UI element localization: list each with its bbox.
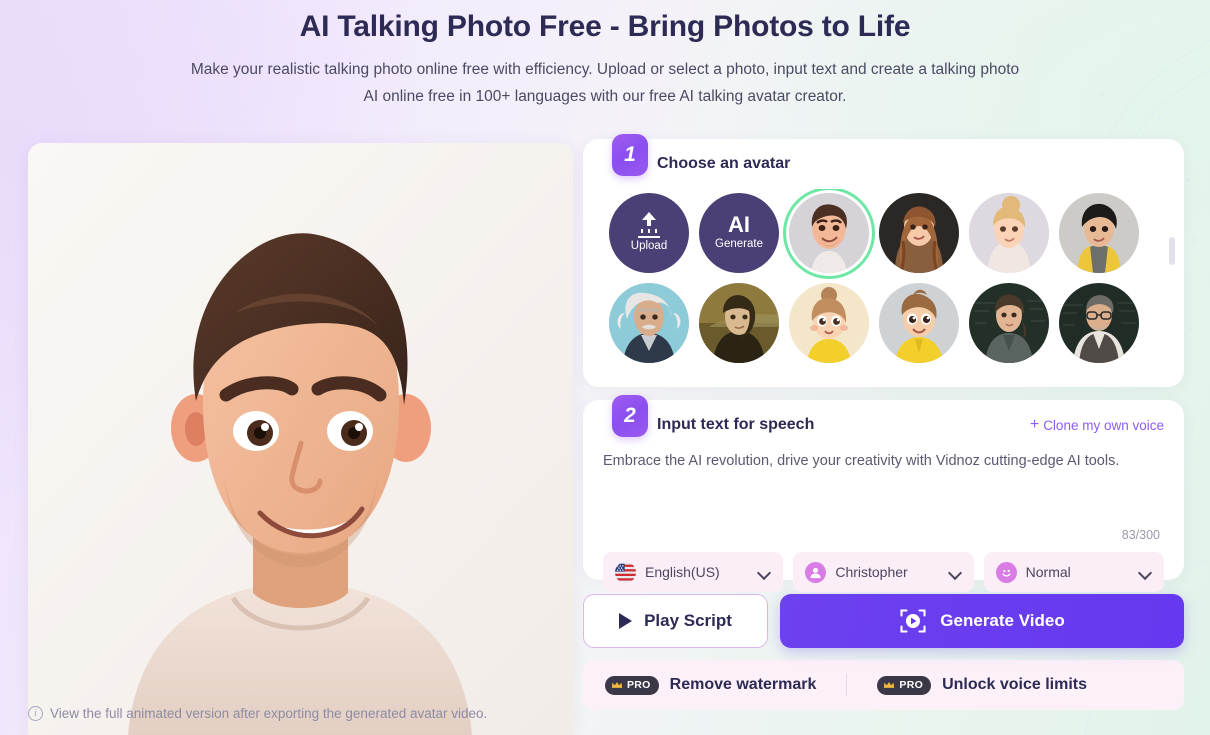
right-column: 1 Choose an avatar Upload AI Generate 2 … <box>583 134 1184 710</box>
style-select-value: Normal <box>1025 564 1071 580</box>
avatar-girl-yellow-shirt-image <box>789 283 869 363</box>
unlock-voice-limits-item[interactable]: PRO Unlock voice limits <box>847 675 1087 695</box>
person-glyph <box>810 567 821 578</box>
play-script-button[interactable]: Play Script <box>583 594 768 648</box>
page-subtitle-line-2: AI online free in 100+ languages with ou… <box>363 88 847 105</box>
character-counter: 83/300 <box>1121 528 1160 542</box>
generate-video-label: Generate Video <box>940 611 1065 630</box>
chevron-down-icon <box>1139 568 1152 576</box>
avatar-upload-label: Upload <box>630 240 668 252</box>
chevron-down-icon <box>949 568 962 576</box>
choose-avatar-header: Choose an avatar <box>583 139 1184 189</box>
voice-select-value: Christopher <box>835 564 908 580</box>
avatar-boy-yellow-hoodie-image <box>879 283 959 363</box>
avatar-upload-button[interactable]: Upload <box>609 193 689 273</box>
us-flag-icon <box>615 561 636 583</box>
avatar-einstein-portrait[interactable] <box>609 283 689 363</box>
pro-badge-text: PRO <box>627 679 651 691</box>
avatar-preview-image <box>28 143 573 735</box>
ai-generate-big-label: AI <box>728 212 750 237</box>
page-subtitle: Make your realistic talking photo online… <box>50 56 1160 110</box>
ai-generate-label: Generate <box>715 238 763 250</box>
avatar-woman-teacher-chalkboard-image <box>969 283 1049 363</box>
avatar-woman-blonde-bun-image <box>969 193 1049 273</box>
us-flag-glyph <box>615 561 636 583</box>
avatar-scroll-area[interactable]: Upload AI Generate <box>583 189 1184 379</box>
preview-note: i View the full animated version after e… <box>28 706 573 721</box>
chevron-down-icon <box>758 568 771 576</box>
avatar-teen-boy-yellow-jacket[interactable] <box>1059 193 1139 273</box>
upload-arrow-icon <box>638 212 660 232</box>
crown-icon <box>611 681 623 690</box>
avatar-woman-blonde-bun[interactable] <box>969 193 1049 273</box>
play-script-label: Play Script <box>644 611 732 630</box>
speech-body: Embrace the AI revolution, drive your cr… <box>583 450 1184 542</box>
page-title: AI Talking Photo Free - Bring Photos to … <box>299 10 911 43</box>
style-select[interactable]: Normal <box>983 552 1164 592</box>
avatar-einstein-portrait-image <box>609 283 689 363</box>
crown-glyph <box>611 681 623 688</box>
pro-badge: PRO <box>605 675 659 695</box>
avatar-grid: Upload AI Generate <box>609 193 1162 363</box>
video-capture-glyph <box>900 609 926 633</box>
avatar-preview-panel <box>28 143 573 735</box>
choose-avatar-title: Choose an avatar <box>657 155 791 172</box>
upload-underline <box>638 236 660 238</box>
avatar-scrollbar-thumb[interactable] <box>1169 237 1175 265</box>
person-icon <box>805 561 827 583</box>
language-select[interactable]: English(US) <box>603 552 784 592</box>
input-text-title: Input text for speech <box>657 416 815 433</box>
pro-badge-text: PRO <box>899 679 924 691</box>
avatar-teen-boy-yellow-jacket-image <box>1059 193 1139 273</box>
pro-badge: PRO <box>877 675 932 695</box>
input-text-header: Input text for speech + Clone my own voi… <box>583 400 1184 450</box>
voice-options-row: English(US) Christopher Normal <box>583 552 1184 592</box>
avatar-mona-lisa-painting[interactable] <box>699 283 779 363</box>
speech-textarea[interactable]: Embrace the AI revolution, drive your cr… <box>603 450 1162 526</box>
play-triangle-icon <box>619 613 633 629</box>
avatar-ai-generate-button[interactable]: AI Generate <box>699 193 779 273</box>
avatar-boy-yellow-hoodie[interactable] <box>879 283 959 363</box>
choose-avatar-card: 1 Choose an avatar Upload AI Generate <box>583 134 1184 387</box>
avatar-girl-yellow-shirt[interactable] <box>789 283 869 363</box>
smiley-icon <box>995 561 1017 583</box>
avatar-woman-teacher-chalkboard[interactable] <box>969 283 1049 363</box>
avatar-scrollbar[interactable] <box>1169 237 1175 379</box>
remove-watermark-item[interactable]: PRO Remove watermark <box>605 675 846 695</box>
preview-note-text: View the full animated version after exp… <box>50 706 488 721</box>
action-buttons-row: Play Script Generate Video <box>583 594 1184 648</box>
plus-icon: + <box>1029 416 1040 433</box>
crown-glyph <box>884 681 895 688</box>
clone-voice-link[interactable]: + Clone my own voice <box>1030 417 1164 433</box>
unlock-voice-limits-label: Unlock voice limits <box>942 676 1087 693</box>
video-capture-icon <box>899 607 927 635</box>
language-select-value: English(US) <box>645 564 720 580</box>
pro-features-bar: PRO Remove watermark PRO Unlock voice li… <box>583 660 1184 710</box>
avatar-woman-long-brown-hair[interactable] <box>879 193 959 273</box>
clone-voice-label: Clone my own voice <box>1043 417 1164 433</box>
avatar-mona-lisa-painting-image <box>699 283 779 363</box>
crown-icon <box>883 681 895 690</box>
generate-video-button[interactable]: Generate Video <box>780 594 1184 648</box>
page-header: AI Talking Photo Free - Bring Photos to … <box>0 0 1210 110</box>
avatar-man-teacher-vest[interactable] <box>1059 283 1139 363</box>
remove-watermark-label: Remove watermark <box>669 676 817 693</box>
avatar-man-teacher-vest-image <box>1059 283 1139 363</box>
avatar-woman-long-brown-hair-image <box>879 193 959 273</box>
avatar-young-man-cartoon[interactable] <box>789 193 869 273</box>
info-icon: i <box>28 706 43 721</box>
page-subtitle-line-1: Make your realistic talking photo online… <box>190 61 1020 78</box>
smiley-glyph <box>1002 569 1011 577</box>
voice-select[interactable]: Christopher <box>793 552 974 592</box>
input-text-card: 2 Input text for speech + Clone my own v… <box>583 395 1184 592</box>
avatar-young-man-cartoon-image <box>789 193 869 273</box>
